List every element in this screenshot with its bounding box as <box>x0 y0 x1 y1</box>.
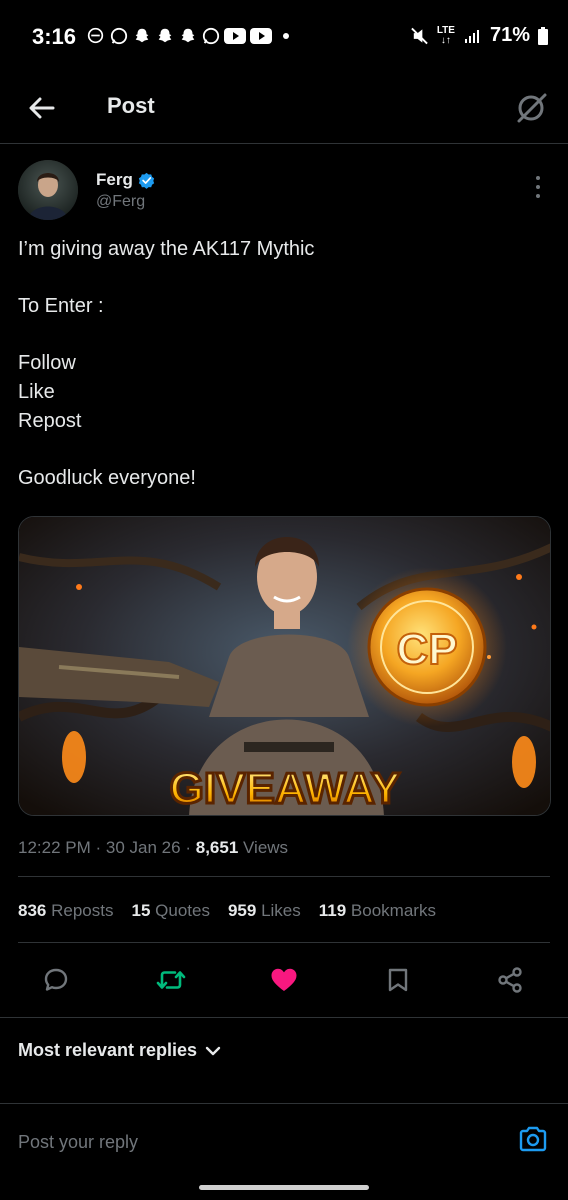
share-button[interactable] <box>492 962 528 998</box>
bookmarks-stat[interactable]: 119 Bookmarks <box>319 901 436 921</box>
quotes-count: 15 <box>131 901 151 920</box>
heart-icon <box>271 968 297 991</box>
post-line: Goodluck everyone! <box>18 466 196 489</box>
system-icons: LTE ↓↑ 71% <box>410 24 548 47</box>
more-notifications-dot <box>276 26 295 45</box>
author-handle[interactable]: @Ferg <box>96 193 145 211</box>
battery-percent: 71% <box>489 24 530 46</box>
quotes-stat[interactable]: 15 Quotes <box>131 901 209 921</box>
meta-separator: · <box>185 838 191 857</box>
post-line: To Enter : <box>18 295 104 318</box>
likes-label: Likes <box>261 901 301 920</box>
post-line: Like <box>18 380 55 403</box>
post-line-blank <box>18 264 548 293</box>
reply-input[interactable]: Post your reply <box>18 1132 138 1153</box>
action-bar <box>0 958 568 1002</box>
post-image[interactable]: CP GIVEAWAY <box>18 516 551 816</box>
battery-icon <box>538 26 548 45</box>
post-date: 30 Jan 26 <box>105 838 181 857</box>
reply-button[interactable] <box>38 962 74 998</box>
camera-button[interactable] <box>518 1124 548 1154</box>
mute-icon <box>410 26 429 45</box>
status-time: 3:16 <box>32 24 77 49</box>
repost-button[interactable] <box>153 962 189 998</box>
post-line-blank <box>18 435 548 464</box>
views-count: 8,651 <box>195 838 239 857</box>
like-button[interactable] <box>266 962 302 998</box>
youtube-icon <box>224 26 246 45</box>
reposts-label: Reposts <box>51 901 114 920</box>
likes-count: 959 <box>227 901 257 920</box>
divider <box>18 942 550 943</box>
post-time: 12:22 PM <box>18 838 91 857</box>
replies-sort-label: Most relevant replies <box>18 1040 198 1060</box>
post-line: Follow <box>18 352 76 375</box>
post-timestamp: 12:22 PM · 30 Jan 26 · 8,651 Views <box>18 838 288 858</box>
dnd-icon <box>86 26 105 45</box>
whatsapp-icon <box>109 26 128 45</box>
back-arrow-icon <box>29 97 55 119</box>
author-display-name: Ferg <box>96 170 133 189</box>
notification-icons <box>86 26 295 45</box>
divider <box>18 876 550 877</box>
signal-icon <box>463 26 482 45</box>
coin-text: CP <box>396 625 457 674</box>
top-app-bar: Post <box>0 76 568 144</box>
post-text: I’m giving away the AK117 Mythic To Ente… <box>18 235 548 492</box>
snapchat-icon <box>178 26 197 45</box>
likes-stat[interactable]: 959 Likes <box>228 901 301 921</box>
speech-bubble-icon <box>44 968 68 991</box>
reply-composer: Post your reply <box>0 1103 568 1181</box>
status-bar: 3:16 LTE ↓↑ 71% <box>0 0 568 76</box>
more-dot-icon <box>536 176 540 180</box>
more-options-button[interactable] <box>528 176 548 198</box>
chevron-down-icon <box>205 1046 221 1055</box>
author-name[interactable]: Ferg <box>96 170 155 190</box>
post-line: I’m giving away the AK117 Mythic <box>18 238 315 260</box>
reposts-stat[interactable]: 836 Reposts <box>18 901 113 921</box>
bookmark-button[interactable] <box>380 962 416 998</box>
bookmark-icon <box>388 968 408 992</box>
avatar[interactable] <box>18 160 78 220</box>
camera-icon <box>519 1126 547 1152</box>
reposts-count: 836 <box>18 901 47 920</box>
engagement-stats: 836 Reposts 15 Quotes 959 Likes 119 Book… <box>18 901 436 921</box>
meta-separator: · <box>95 838 102 857</box>
back-button[interactable] <box>24 90 60 126</box>
network-type: LTE ↓↑ <box>436 24 455 46</box>
bookmarks-label: Bookmarks <box>350 901 436 920</box>
more-dot-icon <box>536 185 540 189</box>
views-label: Views <box>243 838 289 857</box>
snapchat-icon <box>155 26 174 45</box>
replies-sort-dropdown[interactable]: Most relevant replies <box>18 1040 221 1061</box>
page-title: Post <box>107 93 155 118</box>
youtube-icon <box>250 26 272 45</box>
whatsapp-icon <box>201 26 220 45</box>
bookmarks-count: 119 <box>318 901 347 920</box>
home-indicator[interactable] <box>199 1185 369 1190</box>
section-divider <box>0 1017 568 1018</box>
image-caption: GIVEAWAY <box>170 764 401 813</box>
post-line-blank <box>18 321 548 350</box>
grok-button[interactable] <box>512 88 552 128</box>
snapchat-icon <box>132 26 151 45</box>
grok-icon <box>517 93 547 123</box>
verified-badge-icon <box>138 172 154 189</box>
quotes-label: Quotes <box>155 901 210 920</box>
repost-icon <box>156 971 186 989</box>
more-dot-icon <box>536 194 540 198</box>
share-icon <box>498 967 522 993</box>
post-line: Repost <box>18 409 82 432</box>
